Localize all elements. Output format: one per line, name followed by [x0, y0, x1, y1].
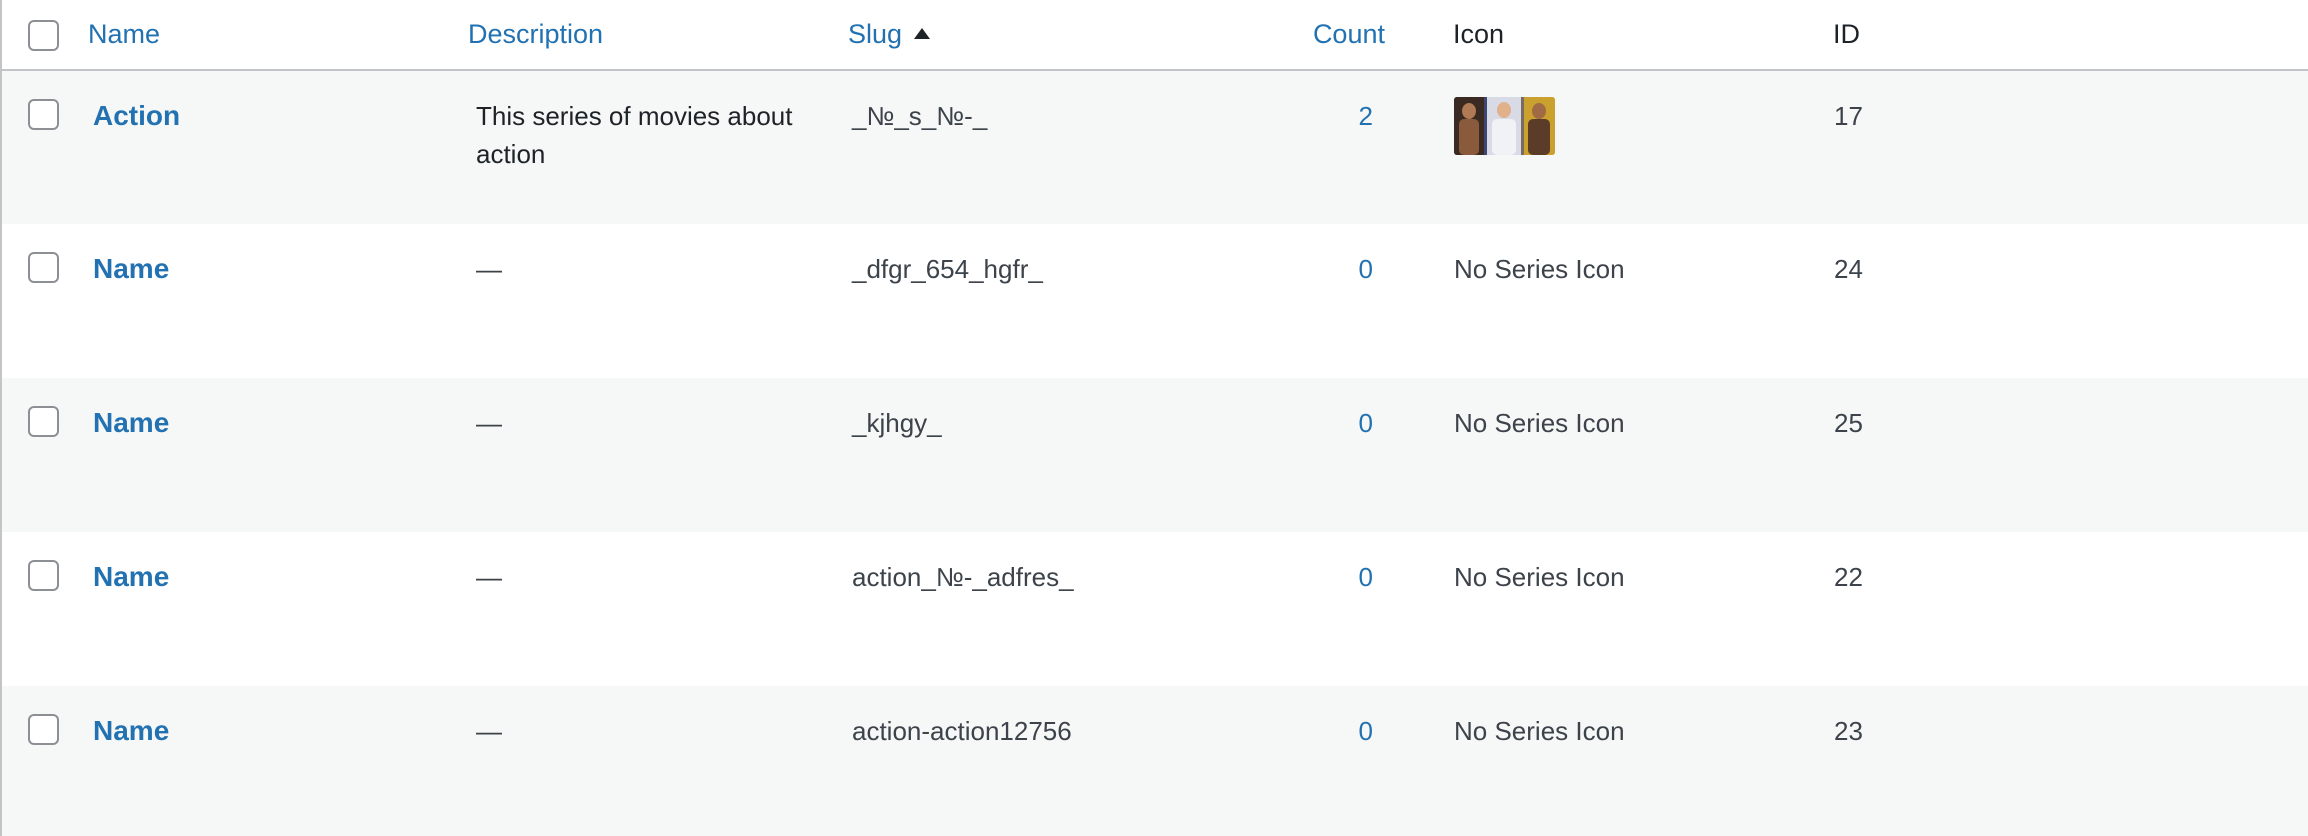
id-cell: 24: [1834, 254, 1863, 284]
empty-description: —: [476, 716, 502, 746]
series-name-link[interactable]: Action: [89, 97, 180, 135]
slug-header-label: Slug: [848, 19, 903, 49]
id-cell: 25: [1834, 408, 1863, 438]
slug-cell: _dfgr_654_hgfr_: [852, 254, 1043, 284]
description-cell: —: [468, 224, 848, 378]
name-cell: Name: [88, 686, 468, 836]
sort-by-slug-link[interactable]: Slug: [848, 19, 931, 49]
column-header-icon: Icon: [1453, 0, 1833, 71]
row-checkbox[interactable]: [28, 99, 59, 130]
column-header-name[interactable]: Name: [88, 0, 468, 71]
header-row: Name Description Slug Count Icon ID: [2, 0, 2308, 71]
icon-cell: No Series Icon: [1454, 408, 1625, 438]
series-list-table-container: Name Description Slug Count Icon ID Acti…: [0, 0, 2308, 836]
slug-cell: _№_s_№-_: [852, 101, 988, 131]
sort-by-count-link[interactable]: Count: [1313, 19, 1385, 49]
row-select-cell: [2, 532, 88, 686]
series-name-link[interactable]: Name: [89, 712, 169, 750]
count-cell: 0: [1253, 686, 1453, 836]
column-header-count[interactable]: Count: [1253, 0, 1453, 71]
row-checkbox[interactable]: [28, 252, 59, 283]
column-header-id: ID: [1833, 0, 2308, 71]
row-select-cell: [2, 224, 88, 378]
select-all-cell: [2, 0, 88, 71]
row-select-cell: [2, 686, 88, 836]
slug-cell: action_№-_adfres_: [852, 562, 1074, 592]
empty-description: —: [476, 562, 502, 592]
table-row: Name — action-action12756 0 No Series Ic…: [2, 686, 2308, 836]
icon-cell: No Series Icon: [1454, 716, 1625, 746]
slug-cell: action-action12756: [852, 716, 1072, 746]
count-link[interactable]: 0: [1359, 716, 1373, 746]
name-cell: Name: [88, 378, 468, 532]
sort-ascending-icon: [914, 28, 931, 39]
slug-cell: _kjhgy_: [852, 408, 942, 438]
id-cell: 22: [1834, 562, 1863, 592]
table-row: Name — _dfgr_654_hgfr_ 0 No Series Icon …: [2, 224, 2308, 378]
table-body: Action This series of movies about actio…: [2, 70, 2308, 836]
column-header-description[interactable]: Description: [468, 0, 848, 71]
series-icon-image: [1454, 97, 1555, 155]
count-cell: 0: [1253, 532, 1453, 686]
icon-cell: [1453, 70, 1833, 224]
name-cell: Action: [88, 70, 468, 224]
id-cell: 17: [1834, 101, 1863, 131]
count-cell: 0: [1253, 378, 1453, 532]
series-name-link[interactable]: Name: [89, 404, 169, 442]
row-select-cell: [2, 378, 88, 532]
count-link[interactable]: 2: [1359, 101, 1373, 131]
count-link[interactable]: 0: [1359, 408, 1373, 438]
sort-by-name-link[interactable]: Name: [88, 19, 160, 49]
row-checkbox[interactable]: [28, 714, 59, 745]
description-cell: —: [468, 686, 848, 836]
count-link[interactable]: 0: [1359, 254, 1373, 284]
icon-header-label: Icon: [1453, 19, 1505, 49]
table-row: Name — action_№-_adfres_ 0 No Series Ico…: [2, 532, 2308, 686]
name-cell: Name: [88, 224, 468, 378]
table-header: Name Description Slug Count Icon ID: [2, 0, 2308, 71]
series-name-link[interactable]: Name: [89, 250, 169, 288]
icon-cell: No Series Icon: [1454, 254, 1625, 284]
description-cell: —: [468, 532, 848, 686]
icon-cell: No Series Icon: [1454, 562, 1625, 592]
row-checkbox[interactable]: [28, 406, 59, 437]
table-row: Action This series of movies about actio…: [2, 70, 2308, 224]
empty-description: —: [476, 408, 502, 438]
count-cell: 2: [1253, 70, 1453, 224]
row-select-cell: [2, 70, 88, 224]
row-checkbox[interactable]: [28, 560, 59, 591]
series-name-link[interactable]: Name: [89, 558, 169, 596]
empty-description: —: [476, 254, 502, 284]
table-row: Name — _kjhgy_ 0 No Series Icon 25: [2, 378, 2308, 532]
id-header-label: ID: [1833, 19, 1860, 49]
count-cell: 0: [1253, 224, 1453, 378]
name-cell: Name: [88, 532, 468, 686]
sort-by-description-link[interactable]: Description: [468, 19, 603, 49]
description-cell: This series of movies about action: [476, 101, 793, 169]
column-header-slug[interactable]: Slug: [848, 0, 1253, 71]
count-link[interactable]: 0: [1359, 562, 1373, 592]
select-all-checkbox[interactable]: [28, 19, 59, 51]
series-table: Name Description Slug Count Icon ID Acti…: [2, 0, 2308, 836]
id-cell: 23: [1834, 716, 1863, 746]
description-cell: —: [468, 378, 848, 532]
